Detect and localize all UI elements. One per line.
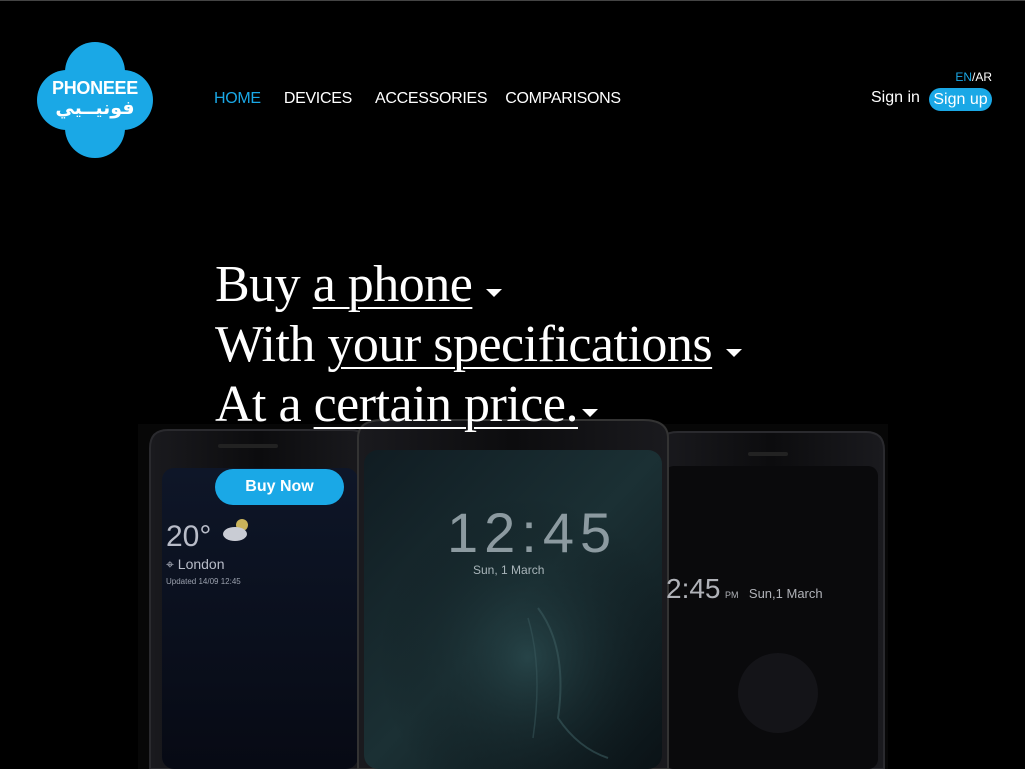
caret-down-icon[interactable]: [726, 349, 743, 358]
lang-ar[interactable]: AR: [975, 70, 992, 84]
right-clock-date: Sun,1 March: [748, 586, 823, 601]
price-selector[interactable]: certain price.: [314, 376, 579, 433]
hero-line-3-prefix: At a: [215, 376, 314, 433]
caret-down-icon[interactable]: [486, 289, 503, 298]
weather-city: London: [177, 556, 225, 572]
sign-up-button[interactable]: Sign up: [929, 88, 992, 111]
sign-in-link[interactable]: Sign in: [871, 89, 920, 107]
buy-now-button[interactable]: Buy Now: [215, 469, 344, 505]
location-pin-icon: ⌖: [166, 556, 174, 572]
hero-line-1: Buy a phone: [215, 255, 742, 315]
specifications-selector[interactable]: your specifications: [327, 316, 712, 373]
hero-line-2: With your specifications: [215, 315, 743, 375]
weather-temp: 20°: [166, 520, 212, 553]
nav-home[interactable]: HOME: [214, 90, 261, 108]
logo-name-ar: فونيــيي: [55, 97, 135, 119]
brand-logo[interactable]: PHONEEE فونيــيي: [37, 42, 153, 158]
lang-en[interactable]: EN: [955, 70, 972, 84]
logo-name-en: PHONEEE: [52, 78, 138, 98]
hero-line-3: At a certain price.: [215, 375, 742, 435]
nav-accessories[interactable]: ACCESSORIES: [375, 90, 488, 108]
clock-time: 12:45: [447, 501, 618, 564]
main-nav: HOME DEVICES ACCESSORIES COMPARISONS: [214, 90, 621, 108]
top-border: [0, 0, 1025, 1]
caret-down-icon[interactable]: [581, 409, 598, 418]
center-phone-clock: 12:45 Sun, 1 March: [447, 501, 618, 578]
hero-line-1-prefix: Buy: [215, 256, 313, 313]
weather-updated: Updated 14/09 12:45: [166, 577, 241, 586]
clock-date: Sun, 1 March: [473, 563, 545, 577]
hero-line-2-prefix: With: [215, 316, 328, 373]
phone-selector[interactable]: a phone: [313, 256, 473, 313]
nav-devices[interactable]: DEVICES: [284, 90, 352, 108]
right-clock-time: 2:45: [666, 573, 721, 604]
nav-comparisons[interactable]: COMPARISONS: [505, 90, 621, 108]
left-phone-weather: 20° ⌖ London Updated 14/09 12:45: [166, 519, 252, 586]
hero-headline: Buy a phone With your specifications At …: [215, 255, 743, 435]
right-phone-clock: 2:45 PM Sun,1 March: [666, 573, 823, 605]
cloud-sun-icon: [220, 516, 252, 547]
center-phone: [357, 419, 669, 769]
right-clock-ampm: PM: [724, 590, 739, 600]
language-switcher: EN/AR: [955, 70, 992, 84]
